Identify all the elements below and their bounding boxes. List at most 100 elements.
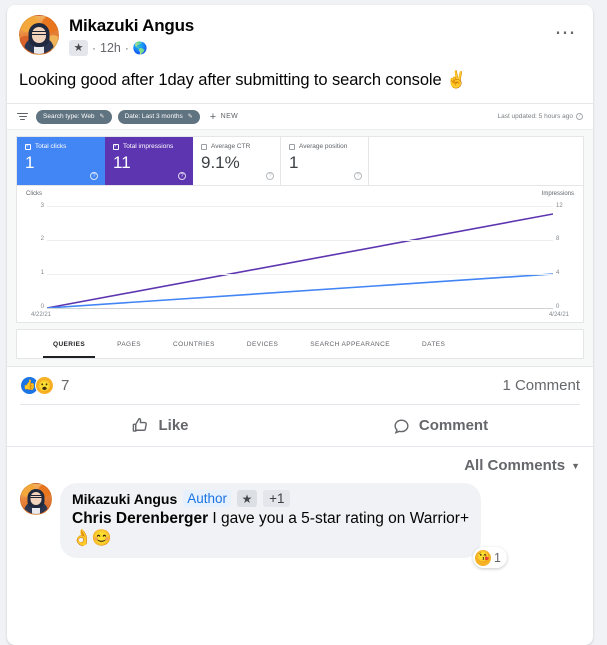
last-updated-label: Last updated: 5 hours ago <box>497 113 573 120</box>
comment-avatar-glasses <box>30 495 42 498</box>
like-button-label: Like <box>158 417 189 434</box>
chevron-down-icon: ▼ <box>571 460 580 471</box>
meta-separator-dot: · <box>92 41 96 55</box>
comment-reaction-chip[interactable]: 😘 1 <box>473 547 507 568</box>
tab-queries[interactable]: QUERIES <box>37 330 101 358</box>
comment-button[interactable]: Comment <box>300 410 580 441</box>
metric-card-total-impressions-label-row: ✓ Total impressions <box>113 143 184 150</box>
reaction-pills[interactable]: 👍 😮 <box>20 376 54 395</box>
help-icon-average-position[interactable]: ? <box>354 172 362 180</box>
checkbox-icon-average-position[interactable] <box>289 143 295 150</box>
chart-ytick-right-8: 8 <box>556 236 560 242</box>
metric-card-average-ctr-label: Average CTR <box>211 143 251 150</box>
extra-badge-count[interactable]: +1 <box>263 490 291 507</box>
metric-card-average-position-value: 1 <box>289 153 299 172</box>
pencil-icon-2: ✎ <box>187 114 193 120</box>
comment-author-name[interactable]: Mikazuki Angus <box>72 491 177 507</box>
tab-search-appearance[interactable]: SEARCH APPEARANCE <box>294 330 406 358</box>
chart-left-axis-title: Clicks <box>26 191 42 197</box>
tab-countries[interactable]: COUNTRIES <box>157 330 231 358</box>
plus-icon: + <box>209 110 217 123</box>
metric-card-total-clicks-label-row: ✓ Total clicks <box>25 143 96 150</box>
tab-devices[interactable]: DEVICES <box>231 330 294 358</box>
comment-author-avatar[interactable] <box>20 483 52 515</box>
like-button[interactable]: Like <box>20 410 300 441</box>
engagement-summary: 👍 😮 7 1 Comment <box>7 367 593 404</box>
filter-chip-search-type[interactable]: Search type: Web ✎ <box>36 109 112 124</box>
gsc-toolbar: Search type: Web ✎ Date: Last 3 months ✎… <box>7 104 593 130</box>
comment-button-label: Comment <box>418 417 489 434</box>
speech-bubble-icon <box>394 419 409 434</box>
search-console-screenshot: Search type: Web ✎ Date: Last 3 months ✎… <box>7 103 593 367</box>
new-filter-label: NEW <box>220 113 239 120</box>
gsc-dimension-tabs: QUERIES PAGES COUNTRIES DEVICES SEARCH A… <box>16 329 584 359</box>
comment-mention[interactable]: Chris Derenberger <box>72 510 208 527</box>
tab-dates[interactable]: DATES <box>406 330 461 358</box>
post-timestamp[interactable]: 12h <box>100 41 121 55</box>
filter-icon[interactable] <box>17 112 28 121</box>
checkbox-icon-total-impressions[interactable]: ✓ <box>113 143 119 150</box>
metric-card-total-impressions-value: 11 <box>113 153 131 172</box>
metric-card-average-position-label: Average position <box>299 143 348 150</box>
comment-text: Chris Derenberger I gave you a 5-star ra… <box>72 508 469 529</box>
chart-ytick-left-0: 0 <box>40 304 44 310</box>
filter-chip-date[interactable]: Date: Last 3 months ✎ <box>117 109 200 124</box>
metric-card-total-clicks-label: Total clicks <box>35 143 67 150</box>
filter-chip-date-label: Date: Last 3 months <box>124 113 183 120</box>
comment-item: Mikazuki Angus Author ★ +1 Chris Derenbe… <box>20 483 580 568</box>
help-icon-total-clicks[interactable]: ? <box>90 172 98 180</box>
comment-bubble: Mikazuki Angus Author ★ +1 Chris Derenbe… <box>60 483 507 568</box>
comment-count[interactable]: 1 Comment <box>502 377 580 394</box>
chart-ytick-right-12: 12 <box>556 203 563 209</box>
metric-card-average-position-label-row: Average position <box>289 143 360 150</box>
pencil-icon: ✎ <box>99 114 105 120</box>
chart-gridline-mid-lower <box>47 274 553 275</box>
chart-ytick-left-2: 2 <box>40 236 44 242</box>
chart-line-impressions <box>46 213 554 309</box>
question-circle-icon[interactable]: ? <box>576 113 583 120</box>
chart-ytick-right-0: 0 <box>556 304 560 310</box>
thumbs-up-icon <box>133 417 148 432</box>
chart-ytick-left-3: 3 <box>40 203 44 209</box>
comment-avatar-face <box>30 492 42 505</box>
metric-card-total-impressions-label: Total impressions <box>123 143 174 150</box>
wow-reaction-icon: 😮 <box>35 376 54 395</box>
public-globe-icon: 🌎 <box>132 41 148 55</box>
last-updated-status: Last updated: 5 hours ago ? <box>497 113 583 120</box>
comment-header: Mikazuki Angus Author ★ +1 <box>72 490 469 507</box>
author-avatar[interactable] <box>19 15 59 55</box>
metric-card-total-clicks-value: 1 <box>25 153 35 172</box>
metric-cards-filler <box>369 137 583 185</box>
meta-separator-dot-2: · <box>124 41 129 55</box>
ellipsis-icon[interactable]: ⋯ <box>551 21 582 45</box>
chart-xtick-start: 4/22/21 <box>31 312 52 318</box>
metric-card-average-position[interactable]: Average position 1 ? <box>281 137 369 185</box>
gsc-metric-cards: ✓ Total clicks 1 ? ✓ Total impressions 1… <box>16 136 584 186</box>
chart-gridline-mid-upper <box>47 240 553 241</box>
chart-xtick-end: 4/24/21 <box>548 312 569 318</box>
chart-series-svg <box>46 213 554 309</box>
reaction-count[interactable]: 7 <box>61 377 69 394</box>
post-author-name[interactable]: Mikazuki Angus <box>69 16 551 36</box>
chart-ytick-right-4: 4 <box>556 270 560 276</box>
chart-line-clicks <box>46 273 554 309</box>
post-action-bar: Like Comment <box>20 404 580 446</box>
new-filter-button[interactable]: + NEW <box>209 110 239 123</box>
post-header: Mikazuki Angus ★ · 12h · 🌎 ⋯ <box>7 5 593 56</box>
metric-card-average-ctr-label-row: Average CTR <box>201 143 272 150</box>
comment-reaction-count: 1 <box>494 550 501 565</box>
metric-card-total-clicks[interactable]: ✓ Total clicks 1 ? <box>17 137 105 185</box>
tab-pages[interactable]: PAGES <box>101 330 157 358</box>
chart-gridline-top <box>47 206 553 207</box>
avatar-face <box>32 27 46 43</box>
help-icon-average-ctr[interactable]: ? <box>266 172 274 180</box>
all-comments-filter[interactable]: All Comments ▼ <box>20 451 580 483</box>
metric-card-average-ctr[interactable]: Average CTR 9.1% ? <box>193 137 281 185</box>
help-icon-total-impressions[interactable]: ? <box>178 172 186 180</box>
checkbox-icon-total-clicks[interactable]: ✓ <box>25 143 31 150</box>
checkbox-icon-average-ctr[interactable] <box>201 143 207 150</box>
star-icon-comment: ★ <box>237 490 258 507</box>
metric-card-total-impressions[interactable]: ✓ Total impressions 11 ? <box>105 137 193 185</box>
comments-section: All Comments ▼ Mikazuki Angus Author ★ +… <box>7 446 593 568</box>
chart-gridline-baseline <box>47 308 553 309</box>
